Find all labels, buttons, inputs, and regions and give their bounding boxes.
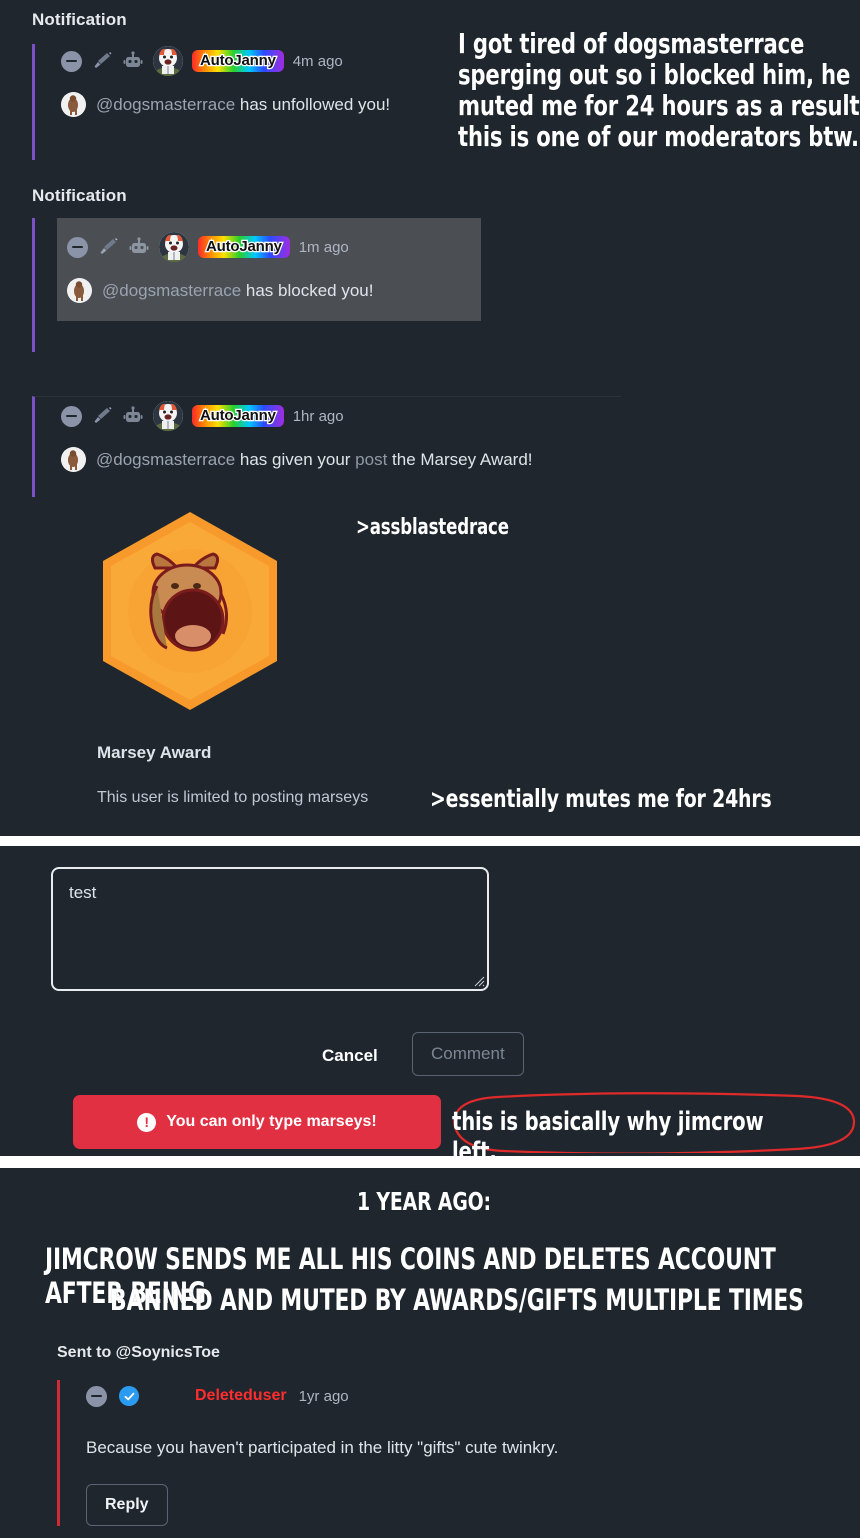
- notification-group-1: Notification: [32, 10, 127, 30]
- deleted-user-comment: Deleteduser 1yr ago Because you haven't …: [57, 1380, 786, 1526]
- notification-message-text: @dogsmasterrace has blocked you!: [102, 281, 373, 301]
- minus-circle-icon[interactable]: [86, 1385, 107, 1407]
- reply-button[interactable]: Reply: [86, 1484, 168, 1526]
- section-divider-1: [0, 836, 860, 846]
- notification-message-user[interactable]: @dogsmasterrace: [102, 281, 241, 300]
- notification-timestamp: 1hr ago: [292, 407, 344, 425]
- robot-icon[interactable]: [122, 51, 144, 71]
- broom-icon[interactable]: [91, 406, 113, 426]
- notification-message-mid: has given your: [235, 449, 356, 469]
- comment-timestamp: 1yr ago: [298, 1387, 349, 1405]
- notification-message-user[interactable]: @dogsmasterrace: [96, 95, 235, 114]
- exclamation-circle-icon: !: [137, 1112, 157, 1132]
- notification-timestamp: 1m ago: [298, 238, 349, 256]
- dogsmasterrace-avatar[interactable]: [61, 447, 86, 472]
- history-heading-line-2: BANNED AND MUTED BY AWARDS/GIFTS MULTIPL…: [110, 1283, 804, 1317]
- annotation-jimcrow-caption: this is basically why jimcrow left.: [452, 1107, 771, 1156]
- history-heading-small: 1 YEAR AGO:: [357, 1187, 491, 1216]
- cancel-button[interactable]: Cancel: [314, 1040, 386, 1072]
- notification-item-2[interactable]: AutoJanny 1m ago @dogsmasterrace has blo…: [32, 218, 481, 352]
- notification-post-link[interactable]: post: [355, 450, 387, 469]
- history-panel: 1 YEAR AGO: JIMCROW SENDS ME ALL HIS COI…: [0, 1168, 860, 1538]
- notification-item-1[interactable]: AutoJanny 4m ago @dogsmasterrace has unf…: [32, 44, 481, 160]
- notification-message-text: @dogsmasterrace has given your post the …: [96, 450, 533, 470]
- error-banner: ! You can only type marseys!: [73, 1095, 441, 1149]
- composer-panel: Cancel Comment ! You can only type marse…: [0, 846, 860, 1156]
- dogsmasterrace-avatar[interactable]: [67, 278, 92, 303]
- comment-body: Because you haven't participated in the …: [86, 1438, 559, 1457]
- notification-message-rest: has blocked you!: [241, 280, 374, 300]
- comment-button[interactable]: Comment: [412, 1032, 524, 1076]
- comment-input[interactable]: [51, 867, 489, 991]
- autojanny-avatar[interactable]: [153, 46, 183, 76]
- verified-check-icon: [119, 1386, 139, 1406]
- notification-message: @dogsmasterrace has unfollowed you!: [61, 92, 481, 117]
- autojanny-badge[interactable]: AutoJanny: [192, 405, 284, 427]
- annotation-award-caption: >assblastedrace: [356, 515, 509, 540]
- sent-to-label: Sent to @SoynicsToe: [57, 1344, 220, 1361]
- notification-message: @dogsmasterrace has given your post the …: [61, 447, 621, 472]
- notification-actor-row: AutoJanny 1m ago: [67, 230, 457, 264]
- notification-message-rest: the Marsey Award!: [387, 449, 533, 469]
- autojanny-badge[interactable]: AutoJanny: [192, 50, 284, 72]
- minus-circle-icon[interactable]: [61, 405, 82, 427]
- award-title: Marsey Award: [97, 743, 212, 762]
- notification-message-rest: has unfollowed you!: [235, 94, 391, 114]
- minus-circle-icon[interactable]: [67, 236, 88, 258]
- notification-message-text: @dogsmasterrace has unfollowed you!: [96, 95, 390, 115]
- broom-icon[interactable]: [97, 237, 119, 257]
- robot-icon[interactable]: [128, 237, 150, 257]
- annotation-mute-caption: >essentially mutes me for 24hrs: [430, 784, 772, 813]
- comment-header: Deleteduser 1yr ago: [86, 1380, 786, 1412]
- award-description: This user is limited to posting marseys: [97, 789, 369, 806]
- notification-group-2: Notification: [32, 186, 127, 206]
- autojanny-avatar[interactable]: [159, 232, 189, 262]
- notification-highlight-box: AutoJanny 1m ago @dogsmasterrace has blo…: [57, 218, 481, 321]
- notifications-panel: Notification AutoJanny 4m ago @dogsmaste…: [0, 0, 860, 836]
- autojanny-avatar[interactable]: [153, 401, 183, 431]
- error-banner-text: You can only type marseys!: [166, 1113, 377, 1130]
- notification-message: @dogsmasterrace has blocked you!: [67, 278, 457, 303]
- notification-actor-row: AutoJanny 4m ago: [61, 44, 481, 78]
- comment-username[interactable]: Deleteduser: [195, 1387, 287, 1405]
- autojanny-badge[interactable]: AutoJanny: [198, 236, 290, 258]
- notification-item-3[interactable]: AutoJanny 1hr ago @dogsmasterrace has gi…: [32, 396, 621, 497]
- section-divider-2: [0, 1156, 860, 1168]
- notification-message-user[interactable]: @dogsmasterrace: [96, 450, 235, 469]
- dogsmasterrace-avatar[interactable]: [61, 92, 86, 117]
- broom-icon[interactable]: [91, 51, 113, 71]
- minus-circle-icon[interactable]: [61, 50, 82, 72]
- notification-label: Notification: [32, 186, 127, 205]
- annotation-top-caption: I got tired of dogsmasterrace sperging o…: [458, 27, 860, 153]
- notification-timestamp: 4m ago: [292, 52, 343, 70]
- notification-label: Notification: [32, 10, 127, 29]
- marsey-award-hexagon-icon: [97, 508, 283, 714]
- robot-icon[interactable]: [122, 406, 144, 426]
- notification-actor-row: AutoJanny 1hr ago: [61, 399, 621, 433]
